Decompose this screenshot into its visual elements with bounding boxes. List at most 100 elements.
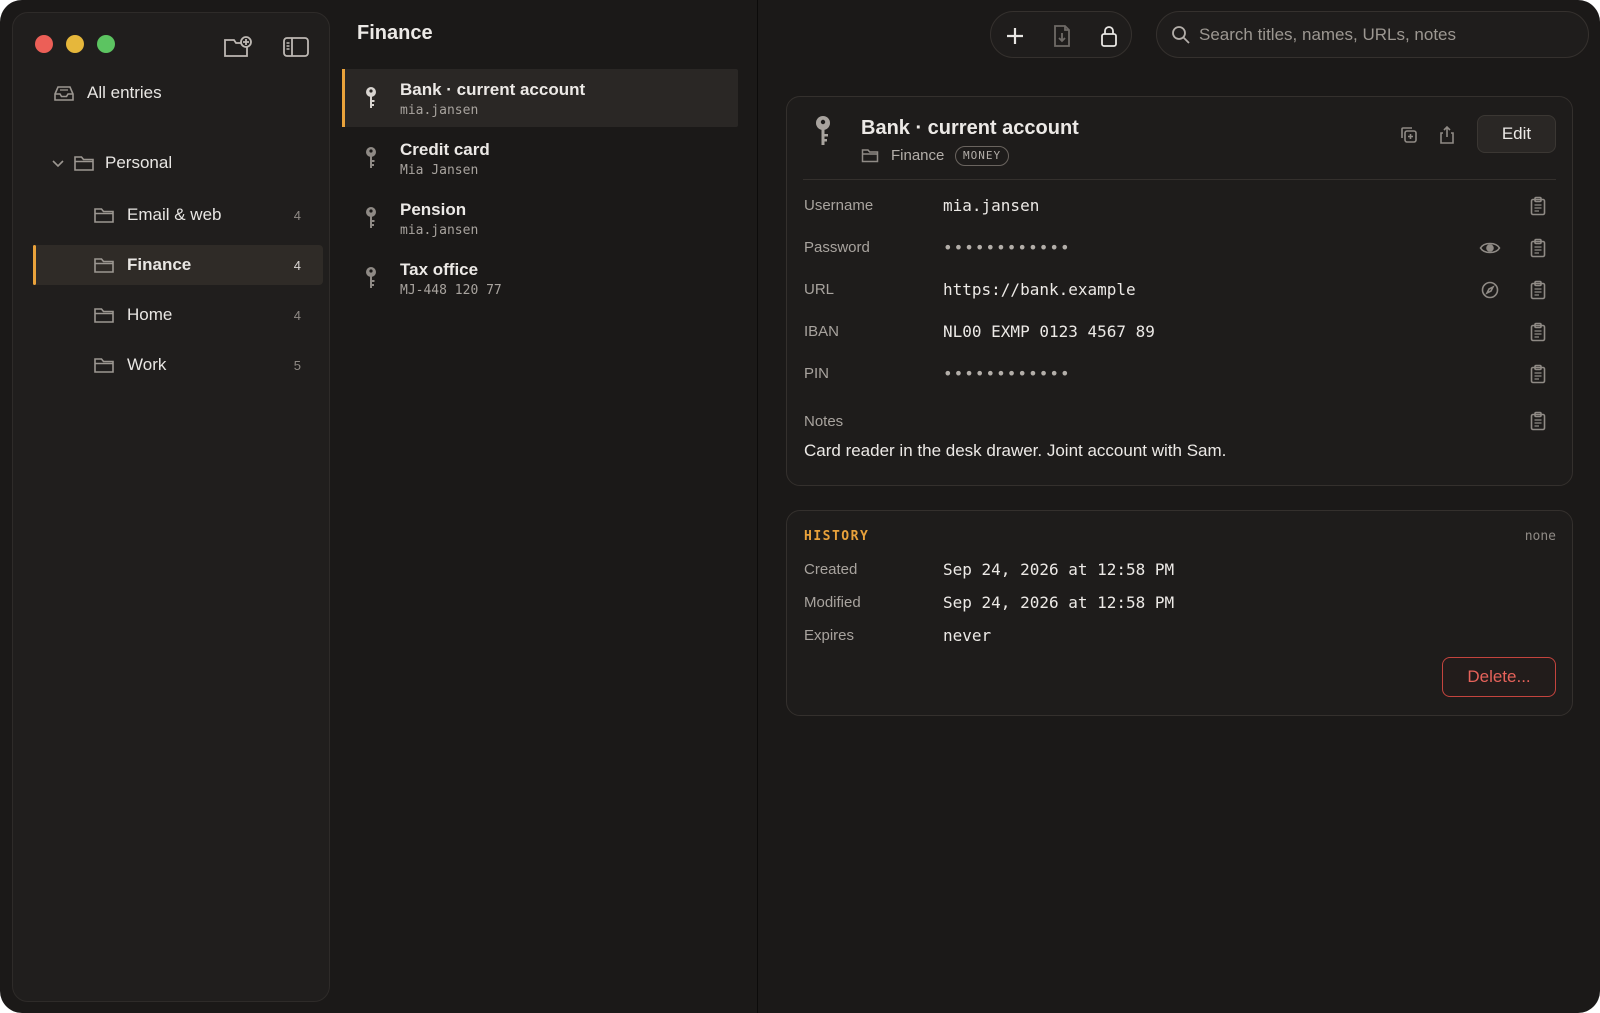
search-input[interactable] <box>1199 12 1579 57</box>
key-icon <box>816 116 830 145</box>
lock-icon <box>1101 26 1117 47</box>
key-icon <box>366 87 376 108</box>
sidebar-item-label: Finance <box>127 255 192 274</box>
plus-icon <box>1007 28 1023 44</box>
copy-password-button[interactable] <box>1527 237 1549 259</box>
field-label-url: URL <box>804 281 835 298</box>
sidebar-item-label: All entries <box>87 83 162 102</box>
copy-icon <box>1530 364 1546 384</box>
entry-folder-label[interactable]: Finance <box>891 147 944 164</box>
share-entry-button[interactable] <box>1437 125 1459 147</box>
zoom-window-button[interactable] <box>97 35 115 53</box>
history-label-expires: Expires <box>804 627 855 644</box>
add-entry-button[interactable] <box>1001 22 1029 50</box>
history-value-modified: Sep 24, 2026 at 12:58 PM <box>943 593 1175 612</box>
reveal-password-button[interactable] <box>1479 237 1501 259</box>
key-icon <box>366 207 376 228</box>
minimize-window-button[interactable] <box>66 35 84 53</box>
folder-icon <box>94 208 114 223</box>
item-count-badge: 4 <box>293 307 301 323</box>
search-field[interactable] <box>1156 11 1589 58</box>
item-count-badge: 4 <box>293 207 301 223</box>
entry-row-pension[interactable]: Pension mia.jansen <box>342 189 738 247</box>
entry-row-tax-office[interactable]: Tax office MJ-448 120 77 <box>342 249 738 307</box>
history-label-modified: Modified <box>804 594 861 611</box>
history-heading: HISTORY <box>804 529 870 544</box>
field-label-password: Password <box>804 239 870 256</box>
field-value-pin[interactable]: •••••••••••• <box>943 364 1071 383</box>
list-title: Finance <box>357 22 433 44</box>
entry-subtitle: mia.jansen <box>400 103 479 118</box>
field-value-iban[interactable]: NL00 EXMP 0123 4567 89 <box>943 322 1155 341</box>
sidebar-group-label: Personal <box>105 153 173 172</box>
history-value-created: Sep 24, 2026 at 12:58 PM <box>943 560 1175 579</box>
key-icon <box>366 267 376 288</box>
copy-username-button[interactable] <box>1527 195 1549 217</box>
copy-url-button[interactable] <box>1527 279 1549 301</box>
folder-icon <box>94 258 114 273</box>
copy-icon <box>1530 322 1546 342</box>
entry-subtitle: MJ-448 120 77 <box>400 283 502 298</box>
import-button[interactable] <box>1048 22 1076 50</box>
copy-icon <box>1530 280 1546 300</box>
sidebar-item-label: Home <box>127 305 173 324</box>
delete-entry-button[interactable]: Delete... <box>1442 657 1556 697</box>
field-value-password[interactable]: •••••••••••• <box>943 238 1071 257</box>
chevron-down-icon[interactable] <box>51 156 65 170</box>
lock-vault-button[interactable] <box>1095 22 1123 50</box>
open-url-button[interactable] <box>1479 279 1501 301</box>
entry-tag[interactable]: MONEY <box>955 146 1010 166</box>
share-icon <box>1440 125 1454 144</box>
entry-title: Credit card <box>400 140 490 159</box>
toggle-sidebar-button[interactable] <box>279 33 313 61</box>
sidebar-item-finance[interactable]: Finance 4 <box>33 245 323 285</box>
duplicate-entry-button[interactable] <box>1399 125 1421 147</box>
sidebar-item-label: Work <box>127 355 167 374</box>
toolbar-actions <box>990 11 1132 58</box>
field-label-iban: IBAN <box>804 323 840 340</box>
field-value-username[interactable]: mia.jansen <box>943 196 1039 215</box>
sidebar-item-all-entries[interactable]: All entries <box>53 73 313 113</box>
close-window-button[interactable] <box>35 35 53 53</box>
sidebar-group-personal[interactable]: Personal <box>51 143 311 183</box>
sidebar: All entries Personal Email & web 4 Finan… <box>12 12 330 1002</box>
history-label-created: Created <box>804 561 858 578</box>
field-label-username: Username <box>804 197 874 214</box>
copy-notes-button[interactable] <box>1527 410 1549 432</box>
history-value-expires: never <box>943 626 992 645</box>
entry-subtitle: mia.jansen <box>400 223 479 238</box>
copy-icon <box>1530 196 1546 216</box>
app-window: All entries Personal Email & web 4 Finan… <box>0 0 1600 1013</box>
copy-icon <box>1530 238 1546 258</box>
field-label-notes: Notes <box>804 413 844 430</box>
new-folder-button[interactable] <box>221 33 255 61</box>
sidebar-item-home[interactable]: Home 4 <box>33 295 323 335</box>
notes-text[interactable]: Card reader in the desk drawer. Joint ac… <box>804 441 1226 461</box>
sidebar-icon <box>283 37 309 57</box>
entry-list-column: Finance Bank · current account mia.janse… <box>330 0 758 1013</box>
inbox-tray-icon <box>54 86 74 101</box>
copy-pin-button[interactable] <box>1527 363 1549 385</box>
history-status: none <box>1524 529 1556 544</box>
sidebar-item-email-web[interactable]: Email & web 4 <box>33 195 323 235</box>
sidebar-item-work[interactable]: Work 5 <box>33 345 323 385</box>
entry-detail-card: Bank · current account Finance MONEY Edi… <box>786 96 1573 486</box>
entry-row-credit-card[interactable]: Credit card Mia Jansen <box>342 129 738 187</box>
file-import-icon <box>1054 25 1070 47</box>
compass-icon <box>1481 281 1499 299</box>
entry-subtitle: Mia Jansen <box>400 163 479 178</box>
sidebar-item-label: Email & web <box>127 205 222 224</box>
entry-row-bank[interactable]: Bank · current account mia.jansen <box>342 69 738 127</box>
item-count-badge: 4 <box>293 257 301 273</box>
entry-title: Pension <box>400 200 467 219</box>
copy-iban-button[interactable] <box>1527 321 1549 343</box>
folder-plus-icon <box>224 36 252 57</box>
field-label-pin: PIN <box>804 365 830 382</box>
folder-icon <box>861 149 879 163</box>
edit-button[interactable]: Edit <box>1477 115 1556 153</box>
field-value-url[interactable]: https://bank.example <box>943 280 1136 299</box>
duplicate-icon <box>1401 127 1417 143</box>
search-icon <box>1172 26 1190 44</box>
entry-detail-title: Bank · current account <box>861 117 1079 139</box>
history-card: HISTORY none Created Sep 24, 2026 at 12:… <box>786 510 1573 716</box>
